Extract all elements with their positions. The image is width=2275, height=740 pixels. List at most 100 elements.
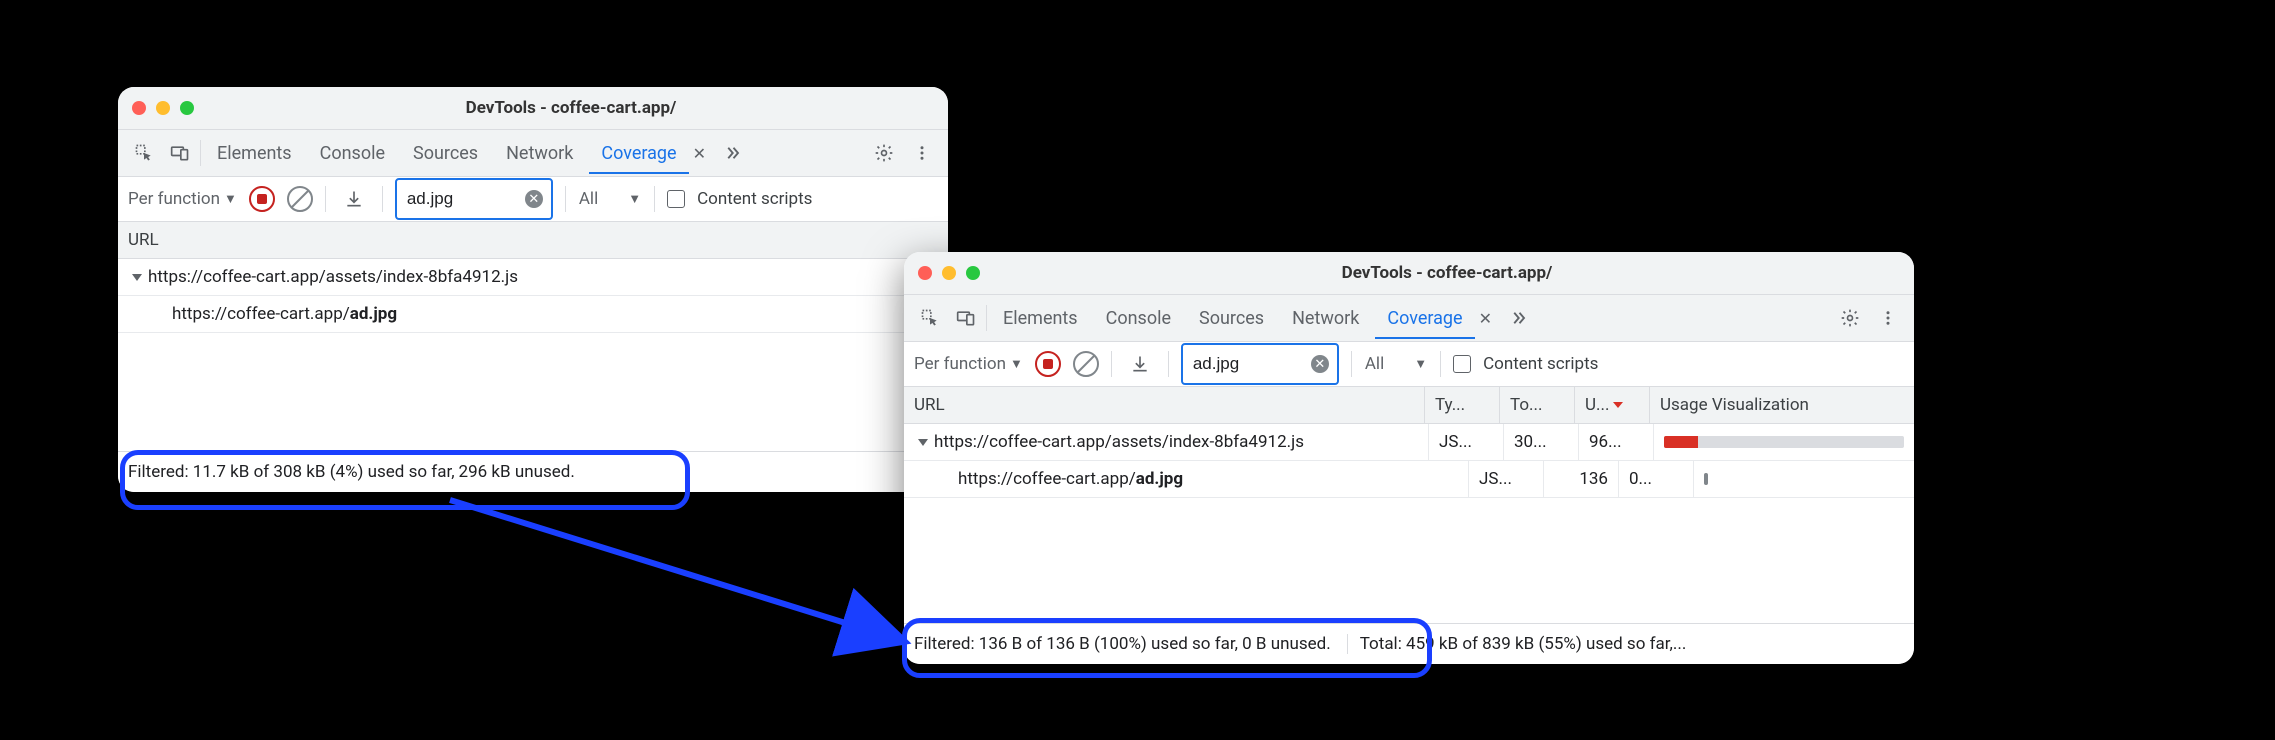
tab-sources[interactable]: Sources [1187,298,1276,339]
more-tabs-icon[interactable] [1502,302,1534,334]
cell-total: 136 [1543,461,1618,497]
close-dot[interactable] [132,101,146,115]
table-row[interactable]: https://coffee-cart.app/ad.jpg JS... 136… [904,461,1914,498]
tab-network[interactable]: Network [494,133,585,174]
col-unused[interactable]: U... [1575,387,1650,423]
clear-icon[interactable] [287,186,313,212]
url-filter-input[interactable]: ✕ [395,178,553,220]
url-text-prefix: https://coffee-cart.app/ [958,469,1136,489]
cell-type: JS... [1428,424,1503,460]
col-url[interactable]: URL [904,387,1425,423]
tab-console[interactable]: Console [1094,298,1183,339]
tab-network[interactable]: Network [1280,298,1371,339]
window-title: DevTools - coffee-cart.app/ [466,98,677,118]
kebab-icon[interactable] [906,137,938,169]
url-text-match: ad.jpg [1136,469,1183,489]
tab-elements[interactable]: Elements [205,133,304,174]
col-type[interactable]: Ty... [1425,387,1500,423]
devtools-window-after: DevTools - coffee-cart.app/ Elements Con… [904,252,1914,664]
status-total: Total: 459 kB of 839 kB (55%) used so fa… [1347,634,1687,654]
tab-coverage[interactable]: Coverage [1375,298,1474,339]
zoom-dot[interactable] [966,266,980,280]
granularity-label: Per function [128,189,220,209]
url-text: https://coffee-cart.app/assets/index-8bf… [934,432,1304,452]
col-usage[interactable]: Usage Visualization [1650,387,1914,423]
coverage-toolbar: Per function ▼ ✕ All ▼ Content scripts [118,177,948,222]
type-filter-dropdown[interactable]: All ▼ [578,184,642,214]
traffic-lights[interactable] [132,101,194,115]
url-text-match: ad.jpg [350,304,397,324]
table-header: URL Ty... To... U... Usage Visualization [904,387,1914,424]
type-filter-label: All [579,189,598,209]
table-row[interactable]: https://coffee-cart.app/ad.jpg [118,296,948,333]
close-dot[interactable] [918,266,932,280]
cell-total: 30... [1503,424,1578,460]
granularity-dropdown[interactable]: Per function ▼ [914,354,1023,374]
content-scripts-checkbox[interactable] [667,190,685,208]
minimize-dot[interactable] [942,266,956,280]
minimize-dot[interactable] [156,101,170,115]
kebab-icon[interactable] [1872,302,1904,334]
window-title: DevTools - coffee-cart.app/ [1342,263,1553,283]
disclosure-triangle-icon[interactable] [918,439,928,446]
table-row[interactable]: https://coffee-cart.app/assets/index-8bf… [118,259,948,296]
tab-coverage[interactable]: Coverage [589,133,688,174]
url-filter-text[interactable] [1191,353,1305,375]
url-filter-input[interactable]: ✕ [1181,343,1339,385]
record-button[interactable] [249,186,275,212]
inspect-icon[interactable] [128,137,160,169]
col-total[interactable]: To... [1500,387,1575,423]
table-header: URL [118,222,948,259]
status-bar: Filtered: 11.7 kB of 308 kB (4%) used so… [118,451,948,492]
status-bar: Filtered: 136 B of 136 B (100%) used so … [904,623,1914,664]
devtools-window-before: DevTools - coffee-cart.app/ Elements Con… [118,87,948,492]
titlebar: DevTools - coffee-cart.app/ [118,87,948,130]
gear-icon[interactable] [868,137,900,169]
annotation-arrow [440,490,940,670]
device-toolbar-icon[interactable] [164,137,196,169]
record-button[interactable] [1035,351,1061,377]
url-filter-text[interactable] [405,188,519,210]
traffic-lights[interactable] [918,266,980,280]
zoom-dot[interactable] [180,101,194,115]
more-tabs-icon[interactable] [716,137,748,169]
clear-filter-icon[interactable]: ✕ [1311,355,1329,373]
close-tab-icon[interactable]: ✕ [687,138,712,169]
clear-filter-icon[interactable]: ✕ [525,190,543,208]
disclosure-triangle-icon[interactable] [132,274,142,281]
chevron-down-icon: ▼ [1414,356,1427,372]
cell-unused: 96... [1578,424,1653,460]
url-text-prefix: https://coffee-cart.app/ [172,304,350,324]
granularity-label: Per function [914,354,1006,374]
content-scripts-label: Content scripts [1483,354,1598,374]
tab-console[interactable]: Console [308,133,397,174]
table-row[interactable]: https://coffee-cart.app/assets/index-8bf… [904,424,1914,461]
chevron-down-icon: ▼ [1010,356,1023,372]
cell-usage-viz [1653,424,1914,460]
cell-usage-viz [1693,461,1914,497]
tab-sources[interactable]: Sources [401,133,490,174]
export-icon[interactable] [1124,348,1156,380]
titlebar: DevTools - coffee-cart.app/ [904,252,1914,295]
coverage-toolbar: Per function ▼ ✕ All ▼ Content scripts [904,342,1914,387]
sort-desc-icon [1613,402,1623,408]
panel-tabbar: Elements Console Sources Network Coverag… [118,130,948,177]
tab-elements[interactable]: Elements [991,298,1090,339]
url-text: https://coffee-cart.app/assets/index-8bf… [148,267,518,287]
content-scripts-checkbox[interactable] [1453,355,1471,373]
gear-icon[interactable] [1834,302,1866,334]
inspect-icon[interactable] [914,302,946,334]
col-url[interactable]: URL [118,222,948,258]
export-icon[interactable] [338,183,370,215]
cell-type: JS... [1468,461,1543,497]
chevron-down-icon: ▼ [628,191,641,207]
status-filtered: Filtered: 11.7 kB of 308 kB (4%) used so… [128,462,455,482]
device-toolbar-icon[interactable] [950,302,982,334]
granularity-dropdown[interactable]: Per function ▼ [128,189,237,209]
chevron-down-icon: ▼ [224,191,237,207]
status-filtered: Filtered: 136 B of 136 B (100%) used so … [914,634,1331,654]
clear-icon[interactable] [1073,351,1099,377]
close-tab-icon[interactable]: ✕ [1473,303,1498,334]
type-filter-dropdown[interactable]: All ▼ [1364,349,1428,379]
type-filter-label: All [1365,354,1384,374]
